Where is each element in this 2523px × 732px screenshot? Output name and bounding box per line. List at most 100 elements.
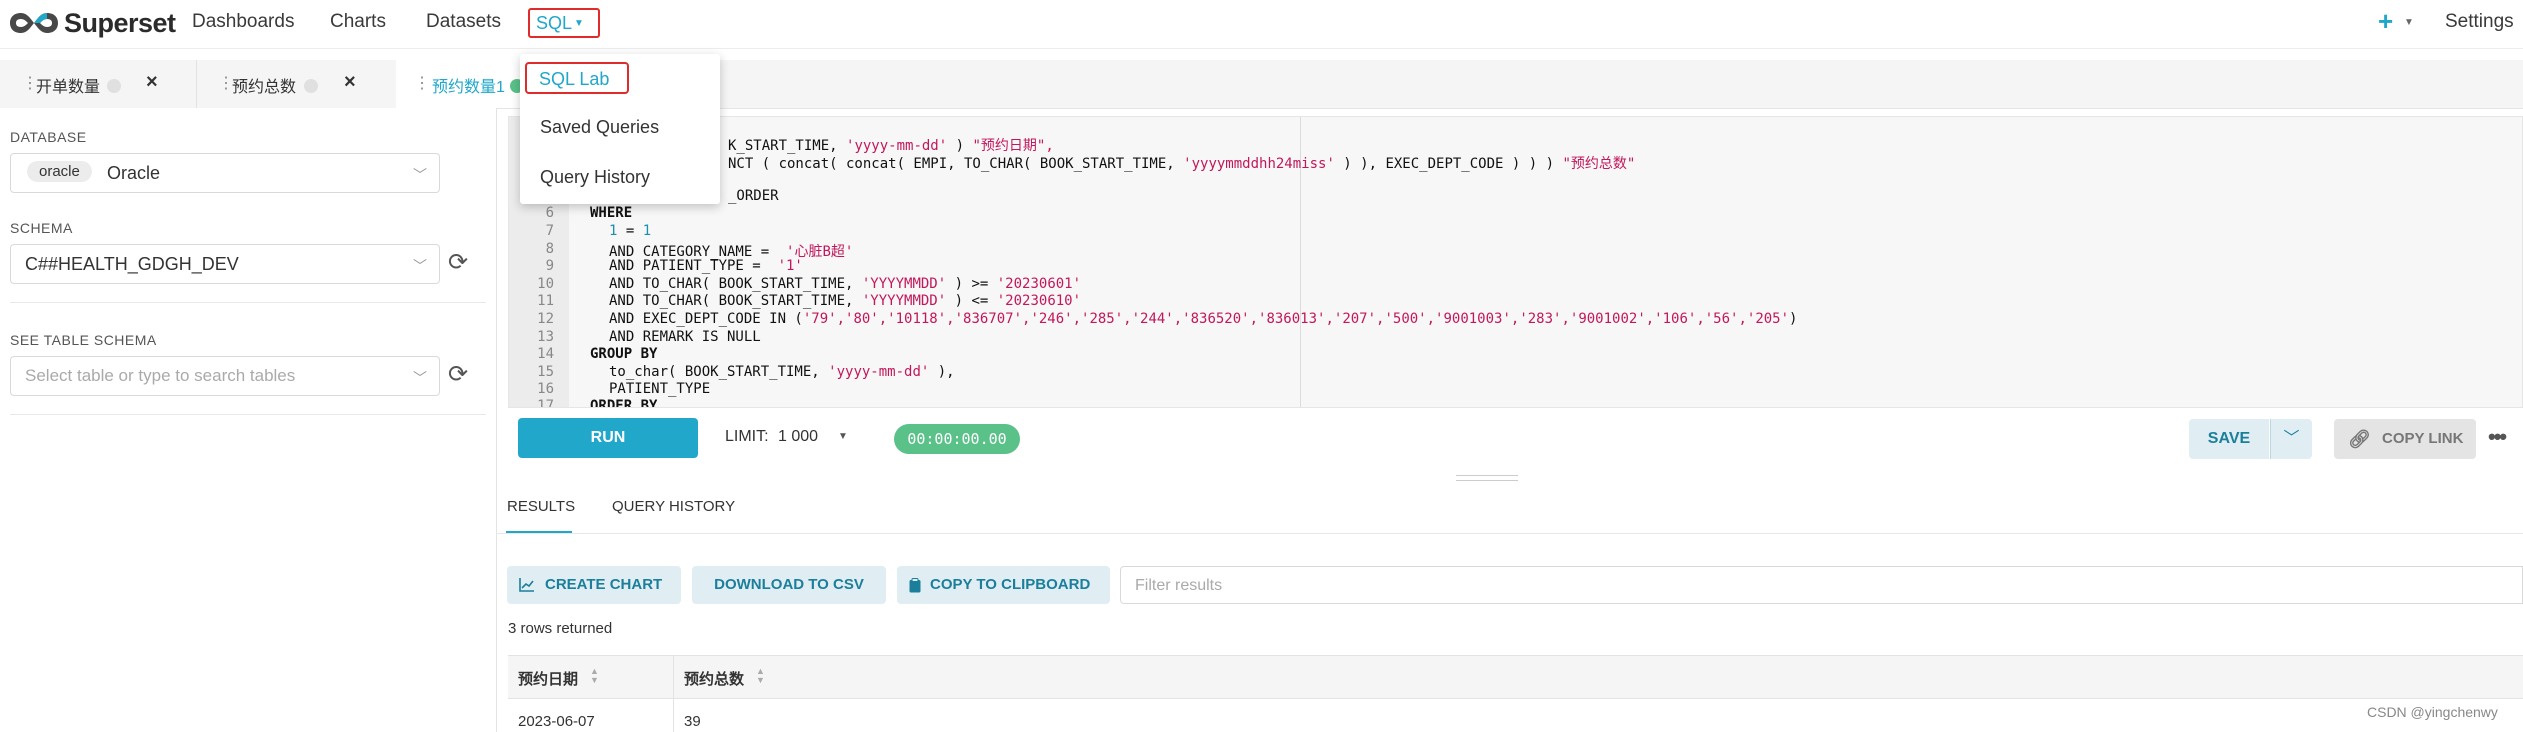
caret-down-icon[interactable]: ▼	[2404, 17, 2414, 28]
limit-label: LIMIT:	[725, 428, 769, 445]
line-number: 13	[537, 329, 554, 345]
nav-charts[interactable]: Charts	[330, 11, 386, 33]
caret-down-icon[interactable]: ▼	[838, 431, 848, 442]
left-panel	[0, 108, 497, 732]
code-token: )	[947, 138, 973, 154]
table-cell: 2023-06-07	[518, 713, 595, 730]
close-tab-icon[interactable]: ×	[146, 71, 158, 94]
active-tab-indicator	[506, 531, 572, 533]
rows-returned: 3 rows returned	[508, 620, 613, 637]
code-line: AND TO_CHAR( BOOK_START_TIME, 'YYYYMMDD'…	[609, 276, 1081, 292]
status-dot	[107, 79, 121, 93]
line-number: 11	[537, 293, 554, 309]
save-button[interactable]: SAVE	[2189, 419, 2269, 459]
schema-select[interactable]: C##HEALTH_GDGH_DEV ﹀	[10, 244, 440, 284]
divider	[10, 414, 486, 415]
query-tab[interactable]: ⋮ 开单数量 ×	[0, 60, 197, 108]
code-token: 'yyyymmddhh24miss'	[1183, 156, 1335, 172]
line-number: 12	[537, 311, 554, 327]
code-token: =	[617, 223, 643, 239]
code-token: ) >=	[946, 276, 997, 292]
code-token: "预约总数"	[1562, 156, 1636, 172]
line-number: 14	[537, 346, 554, 362]
close-tab-icon[interactable]: ×	[344, 71, 356, 94]
save-dropdown-chevron-icon[interactable]: ﹀	[2270, 419, 2312, 459]
code-token: '79','80','10118','836707','246','285','…	[802, 311, 1790, 327]
query-tab-label: 开单数量	[36, 79, 101, 96]
nav-datasets[interactable]: Datasets	[426, 11, 501, 33]
chevron-down-icon: ﹀	[413, 258, 427, 274]
copy-clipboard-button[interactable]: COPY TO CLIPBOARD	[897, 566, 1110, 604]
code-line: _ORDER	[728, 188, 779, 204]
query-tab-label: 预约数量1	[432, 79, 505, 96]
line-number: 6	[545, 205, 554, 221]
nav-sql-label: SQL	[536, 13, 573, 33]
drag-handle-icon[interactable]: ⋮	[414, 73, 430, 93]
refresh-icon[interactable]: ⟳	[448, 360, 468, 389]
menu-item-saved-queries[interactable]: Saved Queries	[540, 117, 659, 138]
database-value: Oracle	[107, 163, 161, 183]
code-token: 'yyyy-mm-dd'	[828, 364, 930, 380]
more-options-icon[interactable]: •••	[2488, 424, 2507, 450]
database-label: DATABASE	[10, 129, 87, 145]
tab-query-history[interactable]: QUERY HISTORY	[612, 498, 735, 515]
refresh-icon[interactable]: ⟳	[448, 248, 468, 277]
watermark: CSDN @yingchenwy	[2367, 704, 2498, 720]
code-token: ),	[929, 364, 955, 380]
code-token: 1	[642, 223, 652, 239]
add-plus-icon[interactable]: +	[2378, 6, 2393, 37]
code-token: '20230610'	[996, 293, 1082, 309]
create-chart-button[interactable]: CREATE CHART	[507, 566, 681, 604]
sort-icon[interactable]: ▲ ▼	[756, 667, 765, 685]
menu-item-sql-lab[interactable]: SQL Lab	[525, 62, 629, 94]
download-csv-button[interactable]: DOWNLOAD TO CSV	[692, 566, 886, 604]
line-number: 17	[537, 398, 554, 407]
line-number: 9	[545, 258, 554, 274]
nav-settings[interactable]: Settings	[2445, 11, 2514, 33]
code-token: to_char( BOOK_START_TIME,	[609, 364, 829, 380]
table-search-select[interactable]: Select table or type to search tables ﹀	[10, 356, 440, 396]
sql-dropdown-menu: SQL Lab Saved Queries Query History	[520, 54, 720, 204]
line-number: 8	[545, 241, 554, 257]
query-tab[interactable]: ⋮ 预约总数 ×	[196, 60, 397, 108]
status-dot	[304, 79, 318, 93]
nav-dashboards[interactable]: Dashboards	[192, 11, 294, 33]
database-badge: oracle	[27, 161, 92, 182]
line-number: 15	[537, 364, 554, 380]
code-token: AND TO_CHAR( BOOK_START_TIME,	[609, 276, 862, 292]
tab-results[interactable]: RESULTS	[507, 498, 575, 515]
copy-link-button[interactable]: 🔗︎ COPY LINK	[2334, 419, 2476, 459]
column-divider	[673, 655, 674, 732]
filter-results-input[interactable]: Filter results	[1120, 566, 2523, 604]
results-tab-divider	[496, 533, 2523, 534]
code-token: "预约日期",	[972, 138, 1054, 154]
code-line: AND REMARK IS NULL	[609, 329, 761, 345]
code-token: 'YYYYMMDD'	[861, 293, 947, 309]
code-line: AND EXEC_DEPT_CODE IN ('79','80','10118'…	[609, 311, 1797, 327]
superset-logo-icon[interactable]	[8, 10, 60, 36]
chart-icon	[519, 578, 534, 592]
brand-name[interactable]: Superset	[64, 8, 176, 39]
clipboard-icon	[909, 578, 921, 593]
code-line: NCT ( concat( concat( EMPI, TO_CHAR( BOO…	[728, 153, 1635, 173]
code-token: AND PATIENT_TYPE =	[609, 258, 778, 274]
code-line: AND TO_CHAR( BOOK_START_TIME, 'YYYYMMDD'…	[609, 293, 1081, 309]
table-cell: 39	[684, 713, 701, 730]
column-header[interactable]: 预约日期	[518, 668, 578, 689]
menu-item-query-history[interactable]: Query History	[540, 167, 650, 188]
code-line: 1 = 1	[609, 223, 651, 239]
limit-select[interactable]: 1 000	[778, 428, 818, 446]
nav-sql-menu[interactable]: SQL ▼	[528, 8, 600, 38]
sort-icon[interactable]: ▲ ▼	[590, 667, 599, 685]
resize-handle[interactable]	[1456, 475, 1518, 481]
code-token: '1'	[777, 258, 803, 274]
column-header[interactable]: 预约总数	[684, 668, 744, 689]
table-schema-label: SEE TABLE SCHEMA	[10, 332, 157, 348]
database-select[interactable]: oracle Oracle ﹀	[10, 153, 440, 193]
run-button[interactable]: RUN	[518, 418, 698, 458]
schema-value: C##HEALTH_GDGH_DEV	[25, 254, 239, 274]
query-tab-label: 预约总数	[232, 79, 297, 96]
divider	[10, 302, 486, 303]
results-table-header	[508, 655, 2523, 699]
menu-item-label: SQL Lab	[539, 69, 610, 89]
